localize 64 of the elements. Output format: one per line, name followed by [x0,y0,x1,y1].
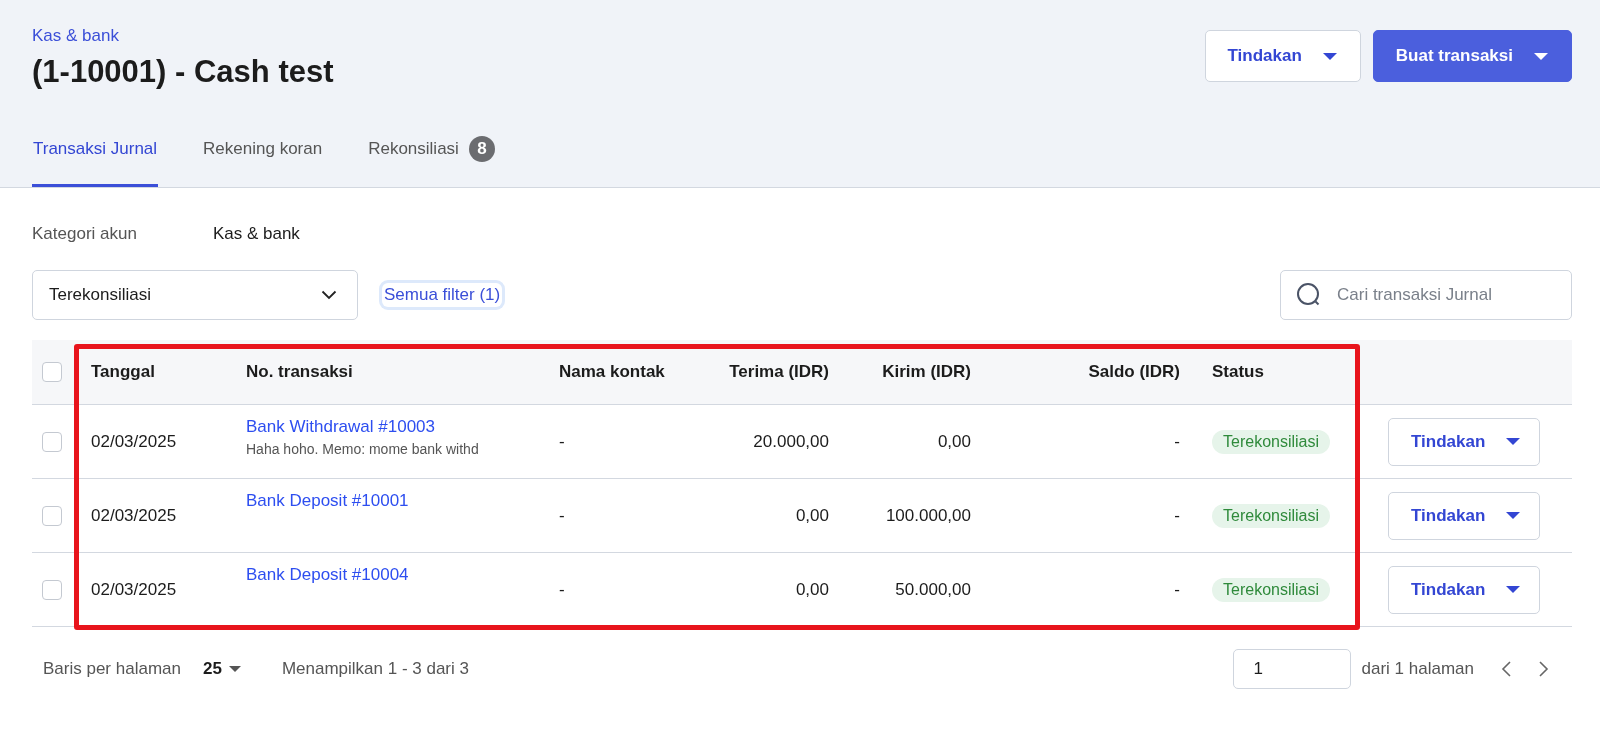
caret-icon [1505,437,1522,446]
caret-icon [227,665,242,673]
select-all-checkbox[interactable] [42,362,62,382]
search-icon [1296,282,1322,308]
table-cell: - [559,579,565,600]
chevron-right-icon[interactable] [1538,660,1550,678]
date-cell: 02/03/2025 [91,579,177,600]
page-title: (1-10001) - Cash test [32,54,334,90]
date-cell: 02/03/2025 [91,431,177,452]
row-checkbox[interactable] [42,431,62,452]
table-cell: 0,00 [795,505,829,526]
column-header: Kirim (IDR) [882,362,971,382]
field-value: Kas & bank [212,224,300,244]
chevron-down-icon [321,290,337,300]
caret-icon [1533,51,1549,61]
table-cell: 50.000,00 [895,579,971,600]
caret-icon [1505,585,1522,594]
date-cell: 02/03/2025 [91,505,177,526]
page-input[interactable]: 1 [1232,649,1351,689]
column-header: Tanggal [91,362,155,382]
search-field[interactable]: Cari transaksi Jurnal [1280,270,1572,320]
column-header: No. transaksi [246,362,353,382]
caret-icon [1321,51,1338,61]
rows-per-page-dropdown[interactable]: 25 [202,659,242,679]
column-header: Terima (IDR) [729,362,829,382]
breadcrumb-link[interactable]: Kas & bank [32,26,119,46]
table-cell: - [559,505,565,526]
tab[interactable]: Transaksi Jurnal [32,126,159,187]
count-badge: 8 [468,136,495,162]
create-transaction-button[interactable]: Buat transaksi [1372,30,1572,82]
row-actions-button[interactable]: Tindakan [1388,417,1541,466]
status-tag: Terekonsiliasi [1212,577,1331,602]
memo-text: Haha hoho. Memo: mome bank withd [246,441,479,457]
transaction-link[interactable]: Bank Withdrawal #10003 [246,417,435,437]
row-checkbox[interactable] [42,505,62,526]
table-cell: - [559,431,565,452]
tab[interactable]: Rekonsiliasi 8 [367,126,496,187]
status-tag: Terekonsiliasi [1212,429,1331,454]
status-dropdown[interactable]: Terekonsiliasi [32,270,358,320]
transaction-link[interactable]: Bank Deposit #10004 [246,565,409,585]
table-cell: 0,00 [795,579,829,600]
transaction-link[interactable]: Bank Deposit #10001 [246,491,409,511]
table-cell: 0,00 [937,431,971,452]
page-total: dari 1 halaman [1361,659,1474,679]
row-actions-button[interactable]: Tindakan [1388,565,1541,614]
table-cell: - [1174,579,1180,600]
column-header: Nama kontak [559,362,665,382]
row-actions-button[interactable]: Tindakan [1388,491,1541,540]
actions-button[interactable]: Tindakan [1204,30,1361,82]
field-label: Kategori akun [32,224,137,244]
table-cell: - [1174,505,1180,526]
table-cell: 100.000,00 [885,505,971,526]
status-tag: Terekonsiliasi [1212,503,1331,528]
rows-per-page-label: Baris per halaman [43,659,181,679]
caret-icon [1505,511,1522,520]
all-filters-link[interactable]: Semua filter (1) [382,283,503,307]
row-checkbox[interactable] [42,579,62,600]
column-header: Saldo (IDR) [1088,362,1180,382]
table-cell: - [1174,431,1180,452]
results-summary: Menampilkan 1 - 3 dari 3 [281,659,469,679]
column-header: Status [1212,362,1264,382]
chevron-left-icon[interactable] [1500,660,1512,678]
table-cell: 20.000,00 [753,431,829,452]
tab[interactable]: Rekening koran [202,126,324,187]
